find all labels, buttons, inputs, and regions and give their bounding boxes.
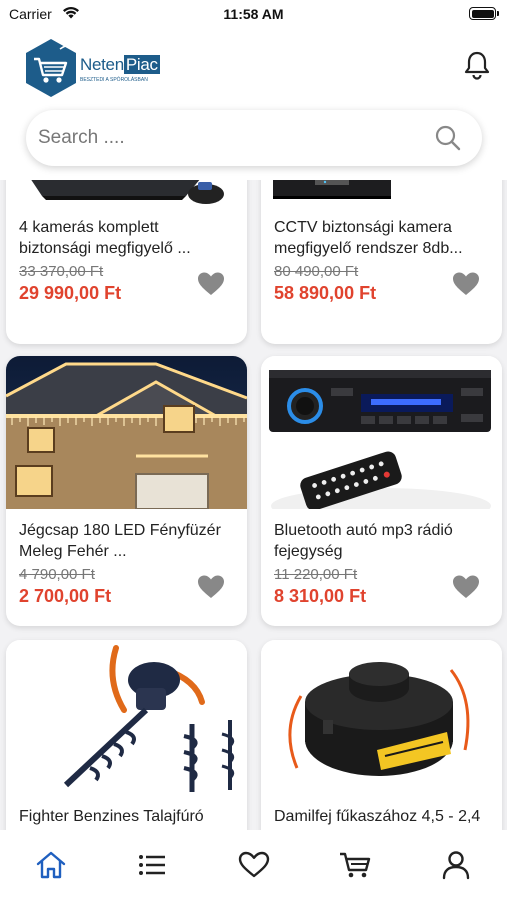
product-title: Fighter Benzines Talajfúró Földfúró 5,2L… <box>19 808 204 830</box>
favorite-heart-icon[interactable] <box>452 271 480 297</box>
product-title: Jégcsap 180 LED Fényfüzér Meleg Fehér ..… <box>19 522 221 560</box>
product-card[interactable]: Fighter Benzines Talajfúró Földfúró 5,2L… <box>6 640 247 830</box>
product-old-price: 80 490,00 Ft <box>274 263 359 280</box>
product-image <box>6 640 247 800</box>
favorite-heart-icon[interactable] <box>452 574 480 600</box>
product-image <box>261 356 502 509</box>
search-icon[interactable] <box>434 124 462 152</box>
product-image <box>261 180 502 210</box>
product-card[interactable]: Damilfej fűkaszához 4,5 - 2,4 <box>261 640 502 830</box>
logo-cart-icon <box>26 39 77 97</box>
list-icon[interactable] <box>135 850 169 880</box>
product-card[interactable]: 4 kamerás komplett biztonsági megfigyelő… <box>6 180 247 344</box>
netenpiac-logo[interactable]: Neten Piac BESZTEDI A SPÓROLÁSBAN <box>22 37 162 99</box>
product-old-price: 11 220,00 Ft <box>274 566 358 583</box>
product-old-price: 33 370,00 Ft <box>19 263 104 280</box>
product-grid: 4 kamerás komplett biztonsági megfigyelő… <box>0 180 507 830</box>
product-price: 29 990,00 Ft <box>19 283 122 303</box>
clock: 11:58 AM <box>223 6 284 22</box>
favorite-heart-icon[interactable] <box>197 271 225 297</box>
search-bar[interactable] <box>26 110 482 166</box>
trimmer-head-image <box>288 662 470 776</box>
bottom-tab-bar <box>0 830 507 900</box>
icicle-led-house-image <box>6 356 247 509</box>
product-title: Bluetooth autó mp3 rádió fejegység <box>274 522 453 560</box>
cctv-dvr-image <box>31 180 224 204</box>
earth-auger-image <box>63 645 235 792</box>
favorite-heart-icon[interactable] <box>197 574 225 600</box>
product-title: 4 kamerás komplett biztonsági megfigyelő… <box>19 219 191 257</box>
bell-icon[interactable] <box>463 50 491 80</box>
product-card[interactable]: CCTV biztonsági kamera megfigyelő rendsz… <box>261 180 502 344</box>
product-price: 58 890,00 Ft <box>274 283 377 303</box>
app-header: Neten Piac BESZTEDI A SPÓROLÁSBAN <box>0 28 507 180</box>
logo-name-accent: Piac <box>123 55 160 74</box>
logo-name-main: Neten <box>80 55 124 74</box>
user-icon[interactable] <box>439 850 473 880</box>
status-bar: Carrier 11:58 AM <box>0 0 507 28</box>
battery-icon <box>469 7 499 20</box>
car-radio-image <box>269 370 491 509</box>
product-card[interactable]: Jégcsap 180 LED Fényfüzér Meleg Fehér ..… <box>6 356 247 626</box>
product-title: CCTV biztonsági kamera megfigyelő rendsz… <box>274 219 463 257</box>
product-image <box>6 180 247 210</box>
cart-icon[interactable] <box>338 850 372 880</box>
product-image <box>6 356 247 509</box>
product-price: 2 700,00 Ft <box>19 586 112 606</box>
product-price: 8 310,00 Ft <box>274 586 367 606</box>
product-old-price: 4 790,00 Ft <box>19 566 95 583</box>
cctv-recorder-image <box>273 180 391 199</box>
heart-icon[interactable] <box>237 850 271 880</box>
product-title: Damilfej fűkaszához 4,5 - 2,4 <box>274 808 481 825</box>
home-icon[interactable] <box>34 850 68 880</box>
logo-tagline: BESZTEDI A SPÓROLÁSBAN <box>80 77 148 83</box>
product-card[interactable]: Bluetooth autó mp3 rádió fejegység 11 22… <box>261 356 502 626</box>
logo-wordmark: Neten Piac <box>80 55 160 75</box>
product-image <box>261 640 502 800</box>
search-input[interactable] <box>38 120 418 156</box>
